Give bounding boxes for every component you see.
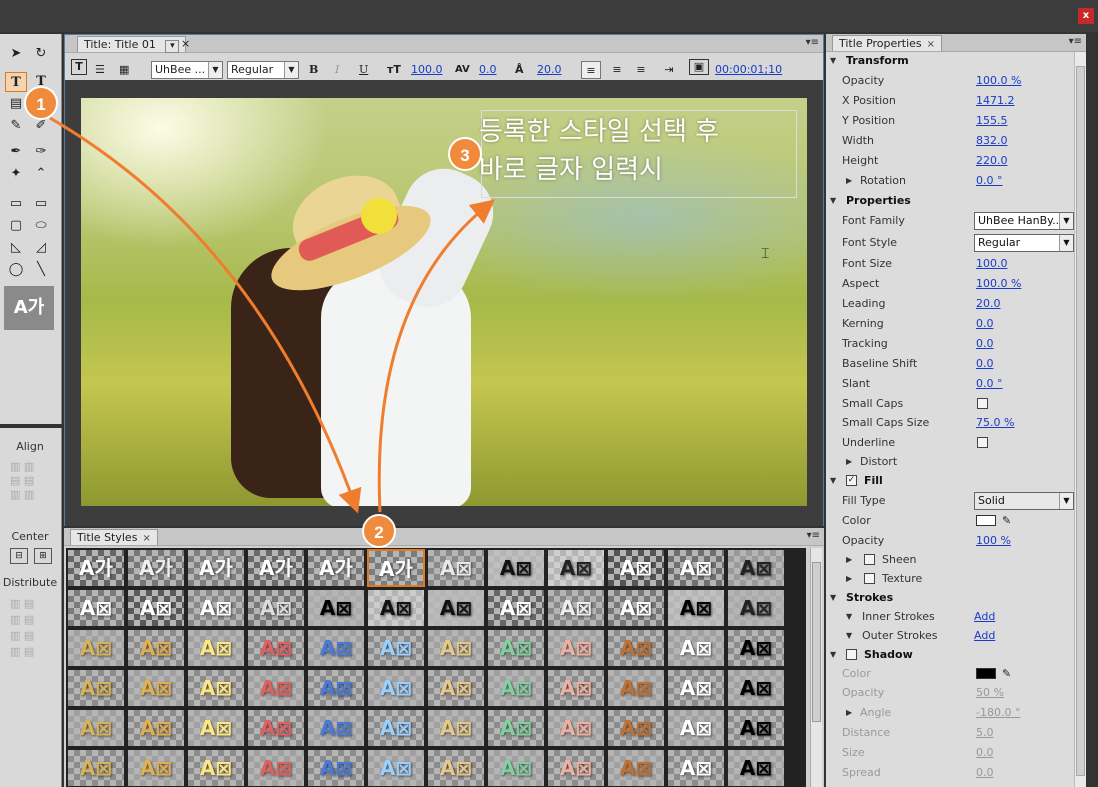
step-badge-3: 3 bbox=[448, 137, 482, 171]
arrow-1-to-2 bbox=[49, 116, 362, 514]
step-badge-2: 2 bbox=[362, 514, 396, 548]
arrow-2-to-3 bbox=[377, 199, 496, 513]
step-badge-1: 1 bbox=[24, 86, 58, 120]
annotation-arrows bbox=[49, 116, 496, 514]
